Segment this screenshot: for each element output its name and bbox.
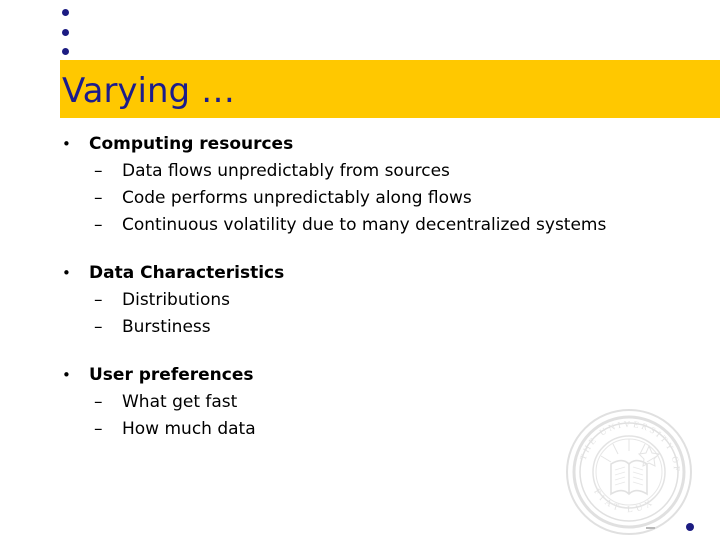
bullet-group: • User preferences – What get fast – How… [60,362,710,443]
dash-marker-icon: – [94,290,103,310]
bullet-group: • Computing resources – Data flows unpre… [60,131,710,239]
bullet-heading-label: Computing resources [89,134,294,154]
decorative-dot-icon [62,9,69,16]
sub-bullet-label: How much data [122,419,256,439]
slide-title: Varying … [62,71,235,111]
decorative-dot-icon [62,29,69,36]
sub-bullet-item: – What get fast [60,389,710,416]
bullet-heading: • Data Characteristics [60,260,710,286]
sub-bullet-label: Distributions [122,290,231,310]
slide: Varying … • Computing resources – Data f… [0,0,720,540]
sub-bullet-label: Continuous volatility due to many decent… [122,215,607,235]
dash-marker-icon: – [94,419,103,439]
bullet-marker-icon: • [62,135,71,153]
sub-bullet-label: Code performs unpredictably along flows [122,188,472,208]
dash-marker-icon: – [94,392,103,412]
svg-text:FIAT LUX: FIAT LUX [592,487,657,514]
sub-bullet-label: What get fast [122,392,238,412]
bullet-heading: • User preferences [60,362,710,388]
sub-bullet-label: Data flows unpredictably from sources [122,161,450,181]
bullet-heading-label: Data Characteristics [89,263,285,283]
sub-bullet-item: – How much data [60,416,710,443]
sub-bullet-list: – Distributions – Burstiness [60,287,710,341]
corner-dash-mark [646,527,655,529]
corner-dot-icon [686,523,694,531]
bullet-group: • Data Characteristics – Distributions –… [60,260,710,341]
decorative-dot-column [62,5,76,57]
bullet-heading-label: User preferences [89,365,254,385]
sub-bullet-item: – Code performs unpredictably along flow… [60,185,710,212]
sub-bullet-item: – Burstiness [60,314,710,341]
sub-bullet-item: – Data flows unpredictably from sources [60,158,710,185]
sub-bullet-list: – Data flows unpredictably from sources … [60,158,710,239]
sub-bullet-item: – Continuous volatility due to many dece… [60,212,710,239]
bullet-marker-icon: • [62,366,71,384]
dash-marker-icon: – [94,161,103,181]
sub-bullet-list: – What get fast – How much data [60,389,710,443]
sub-bullet-label: Burstiness [122,317,211,337]
dash-marker-icon: – [94,215,103,235]
dash-marker-icon: – [94,188,103,208]
bullet-marker-icon: • [62,264,71,282]
dash-marker-icon: – [94,317,103,337]
decorative-dot-icon [62,48,69,55]
slide-body: • Computing resources – Data flows unpre… [60,131,710,443]
sub-bullet-item: – Distributions [60,287,710,314]
bullet-heading: • Computing resources [60,131,710,157]
